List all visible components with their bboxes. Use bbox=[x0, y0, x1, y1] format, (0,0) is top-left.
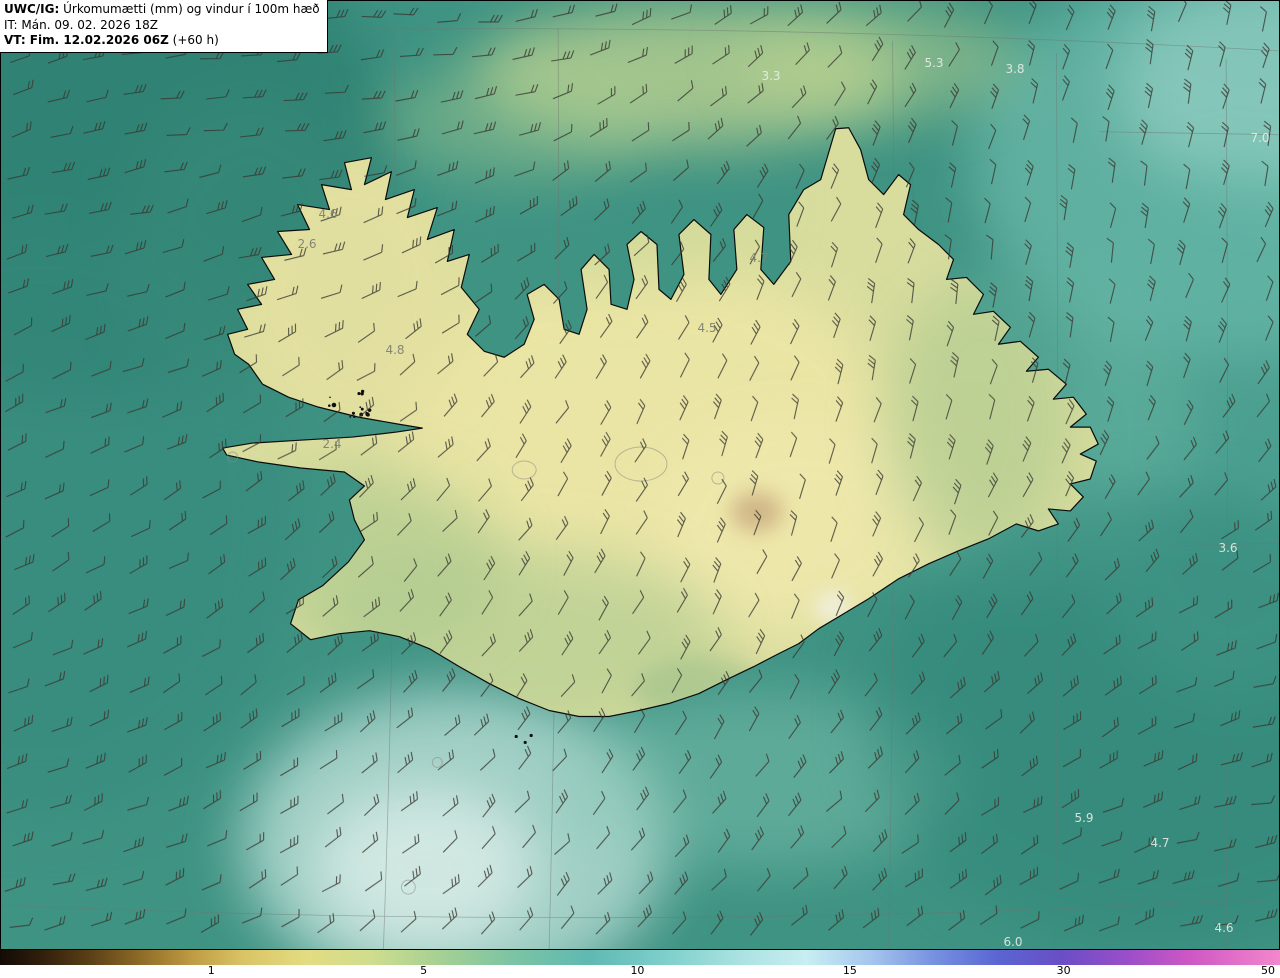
weather-map-screenshot: 3.3 5.3 3.8 7.0 4.6 2.6 4.7 4.5 4.8 2.4 3.6 5.9 4.7 4… bbox=[0, 0, 1280, 978]
valid-time-line: VT: Fim. 12.02.2026 06Z (+60 h) bbox=[4, 33, 219, 48]
colorbar-tick-label: 15 bbox=[842, 964, 857, 977]
precipitation-colorbar bbox=[0, 950, 1280, 965]
map-info-box: UWC/IG: Úrkomumætti (mm) og vindur í 100… bbox=[0, 0, 328, 53]
colorbar-tick-label: 50 bbox=[1261, 964, 1275, 977]
colorbar-tick-label: 30 bbox=[1056, 964, 1071, 977]
colorbar-labels: 1 5 10 15 30 50 bbox=[0, 965, 1280, 978]
colorbar-tick-label: 1 bbox=[207, 964, 215, 977]
colorbar-row: 1 5 10 15 30 50 bbox=[0, 950, 1280, 978]
map-canvas bbox=[1, 1, 1279, 949]
map-title-line: UWC/IG: Úrkomumætti (mm) og vindur í 100… bbox=[4, 2, 320, 18]
colorbar-tick-label: 5 bbox=[420, 964, 428, 977]
colorbar-tick-label: 10 bbox=[630, 964, 645, 977]
init-time-line: IT: Mán. 09. 02. 2026 18Z bbox=[4, 17, 158, 32]
map-title-text: Úrkomumætti (mm) og vindur í 100m hæð bbox=[59, 2, 320, 16]
map-area: 3.3 5.3 3.8 7.0 4.6 2.6 4.7 4.5 4.8 2.4 3.6 5.9 4.7 4… bbox=[0, 0, 1280, 950]
model-id-label: UWC/IG: bbox=[4, 2, 60, 16]
